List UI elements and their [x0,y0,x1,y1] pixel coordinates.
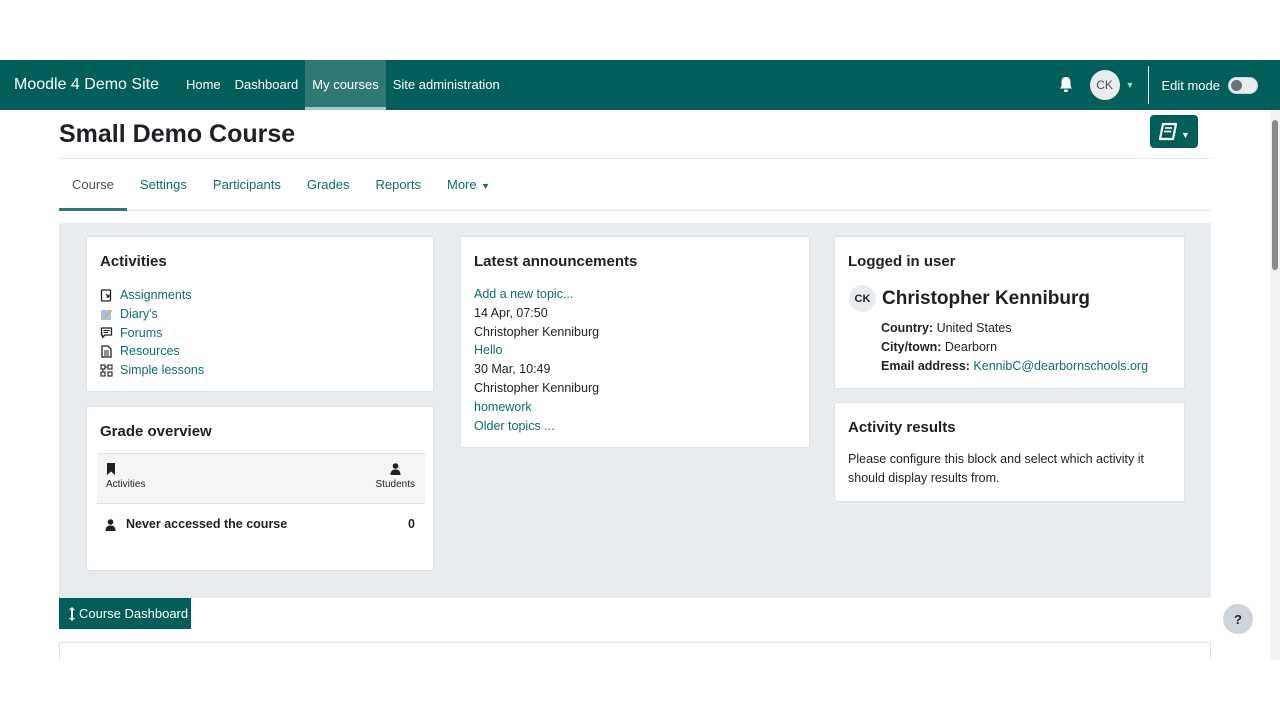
diary-icon [101,309,112,320]
activity-label: Forums [120,325,163,340]
activities-title: Activities [100,253,167,270]
chevron-down-icon: ▼ [478,180,491,191]
tab-participants[interactable]: Participants [200,159,294,211]
tab-grades[interactable]: Grades [294,159,363,211]
activities-list: Assignments Diary's Forums Resources Sim… [100,286,204,380]
post-author: Christopher Kenniburg [474,380,600,395]
activities-block: Activities Assignments Diary's Forums Re… [86,236,434,392]
city-value: Dearborn [944,339,998,354]
edit-mode-toggle[interactable] [1228,76,1258,94]
page-title: Small Demo Course [59,120,296,148]
city-label: City/town: [881,339,942,354]
activity-results-text: Please configure this block and select w… [848,452,1144,466]
resource-icon [101,345,112,358]
nav-dashboard[interactable]: Dashboard [228,60,306,110]
never-accessed-count: 0 [408,517,415,531]
nav-site-administration[interactable]: Site administration [386,60,507,110]
user-avatar[interactable]: CK [1089,70,1120,100]
col-students-label: Students [375,479,415,490]
tab-more-label: More [447,176,477,192]
tab-settings[interactable]: Settings [127,159,200,211]
activity-label: Assignments [120,288,192,302]
assignment-icon [100,289,112,302]
announcements-block: Latest announcements Add a new topic... … [460,236,810,448]
post-date: 30 Mar, 10:49 [474,362,551,377]
announcements-title: Latest announcements [474,253,638,270]
book-icon [1158,122,1178,140]
course-dashboard-button[interactable]: Course Dashboard [59,598,191,629]
nav-home[interactable]: Home [179,60,228,110]
user-icon [390,463,401,475]
logged-in-user-title: Logged in user [848,253,956,270]
lesson-icon [100,364,113,377]
bookmark-icon [107,463,115,475]
user-picture[interactable]: CK [849,285,876,312]
grade-overview-title: Grade overview [100,423,212,440]
activity-results-block: Activity results Please configure this b… [834,402,1185,502]
activity-label: Resources [120,344,180,359]
activity-item-assignments[interactable]: Assignments [100,286,204,305]
activity-label: Diary's [120,306,158,321]
secondary-nav: Course Settings Participants Grades Repo… [59,158,1211,211]
navbar-user-area: CK ▼ Edit mode [1058,60,1280,110]
help-button[interactable]: ? [1223,604,1253,634]
activity-results-text: should display results from. [848,470,1000,485]
logged-in-user-block: Logged in user CK Christopher Kenniburg … [834,236,1185,389]
resize-vertical-icon [69,606,75,621]
grade-overview-block: Grade overview Activities Students Never… [86,406,434,571]
chevron-down-icon: ▼ [1181,129,1190,140]
email-label: Email address: [881,358,970,373]
forum-icon [100,327,113,339]
never-accessed-label: Never accessed the course [126,517,288,531]
grade-overview-row: Never accessed the course 0 [105,517,415,531]
user-details: Country: United States City/town: Dearbo… [881,319,1148,375]
post-author: Christopher Kenniburg [474,324,600,339]
country-value: United States [936,321,1012,335]
activity-results-body: Please configure this block and select w… [848,450,1144,488]
navbar-divider [1148,66,1150,104]
user-fullname[interactable]: Christopher Kenniburg [882,288,1090,310]
chevron-down-icon[interactable]: ▼ [1126,80,1135,90]
post-subject-link[interactable]: Hello [474,341,599,360]
grade-overview-header: Activities Students [97,453,425,504]
email-link[interactable]: KennibC@dearbornschools.org [973,359,1148,373]
announcements-list: Add a new topic... 14 Apr, 07:50 Christo… [474,285,599,435]
tab-more[interactable]: More ▼ [434,159,503,211]
older-topics-link[interactable]: Older topics ... [474,417,599,436]
site-brand[interactable]: Moodle 4 Demo Site [14,76,159,94]
bell-icon[interactable] [1058,76,1074,94]
activity-item-resources[interactable]: Resources [100,342,204,361]
activity-results-title: Activity results [848,419,956,436]
tab-course[interactable]: Course [59,159,127,211]
col-students[interactable]: Students [376,463,415,490]
col-activities[interactable]: Activities [106,463,145,490]
edit-mode-label: Edit mode [1161,77,1220,93]
block-region: Activities Assignments Diary's Forums Re… [59,223,1211,598]
activity-item-diarys[interactable]: Diary's [100,305,204,324]
top-navbar: Moodle 4 Demo Site Home Dashboard My cou… [0,60,1280,110]
activity-item-simple-lessons[interactable]: Simple lessons [100,361,204,380]
add-topic-link[interactable]: Add a new topic... [474,285,599,304]
tab-reports[interactable]: Reports [362,159,434,211]
user-icon [105,519,116,531]
country-label: Country: [881,321,934,335]
post-date: 14 Apr, 07:50 [474,305,548,320]
scrollbar-thumb[interactable] [1272,120,1278,270]
course-index-button[interactable]: ▼ [1150,115,1198,148]
activity-item-forums[interactable]: Forums [100,324,204,343]
nav-my-courses[interactable]: My courses [305,60,386,110]
primary-nav: Home Dashboard My courses Site administr… [179,60,507,110]
col-activities-label: Activities [106,479,146,490]
activity-label: Simple lessons [120,363,205,378]
course-dashboard-label: Course Dashboard [79,606,189,621]
post-subject-link[interactable]: homework [474,398,599,417]
page-bottom-margin [0,660,1280,720]
page-scrollbar[interactable] [1270,110,1280,660]
